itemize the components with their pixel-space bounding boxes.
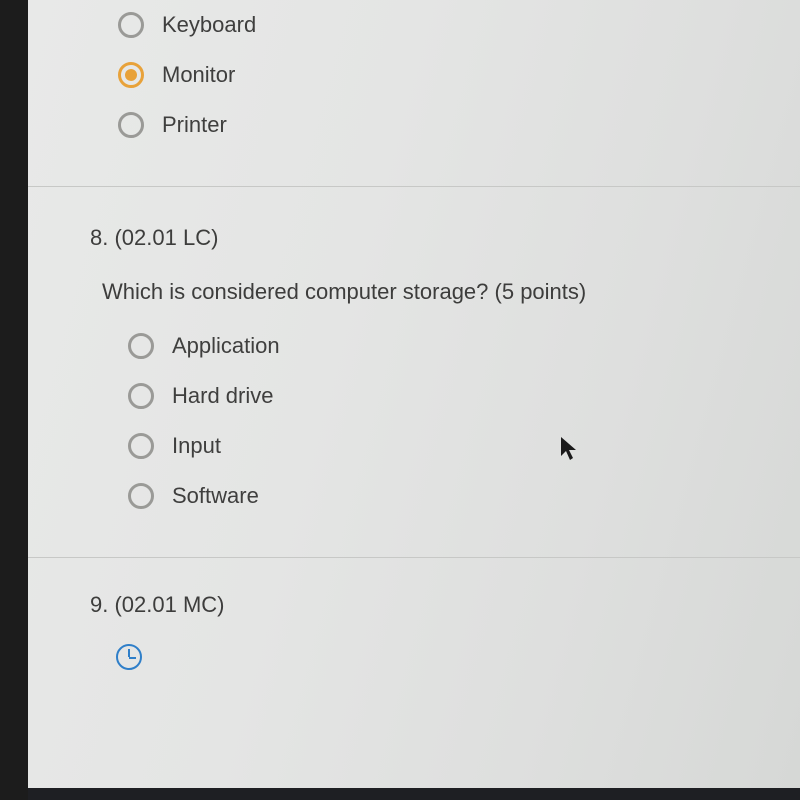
radio-icon <box>128 333 154 359</box>
question-8-options: Application Hard drive Input Software <box>28 321 800 521</box>
quiz-page: Keyboard Monitor Printer 8. (02.01 LC) W… <box>28 0 800 800</box>
radio-icon <box>118 62 144 88</box>
question-8: 8. (02.01 LC) Which is considered comput… <box>28 187 800 539</box>
option-hard-drive[interactable]: Hard drive <box>28 371 800 421</box>
option-printer[interactable]: Printer <box>28 100 800 150</box>
radio-icon <box>118 112 144 138</box>
option-label: Application <box>172 333 280 359</box>
option-label: Hard drive <box>172 383 273 409</box>
option-monitor[interactable]: Monitor <box>28 50 800 100</box>
question-text: Which is considered computer storage? (5… <box>28 251 800 321</box>
option-label: Monitor <box>162 62 235 88</box>
option-label: Printer <box>162 112 227 138</box>
option-keyboard[interactable]: Keyboard <box>28 0 800 50</box>
timer-row <box>28 618 800 675</box>
question-7-tail: Keyboard Monitor Printer <box>28 0 800 168</box>
clock-icon <box>116 644 142 670</box>
radio-icon <box>128 433 154 459</box>
question-9-header: 9. (02.01 MC) <box>28 558 800 618</box>
bottom-bar <box>28 788 800 800</box>
question-header: 8. (02.01 LC) <box>28 187 800 251</box>
option-software[interactable]: Software <box>28 471 800 521</box>
option-label: Software <box>172 483 259 509</box>
radio-icon <box>128 383 154 409</box>
radio-icon <box>128 483 154 509</box>
radio-icon <box>118 12 144 38</box>
option-input[interactable]: Input <box>28 421 800 471</box>
option-label: Keyboard <box>162 12 256 38</box>
option-label: Input <box>172 433 221 459</box>
option-application[interactable]: Application <box>28 321 800 371</box>
